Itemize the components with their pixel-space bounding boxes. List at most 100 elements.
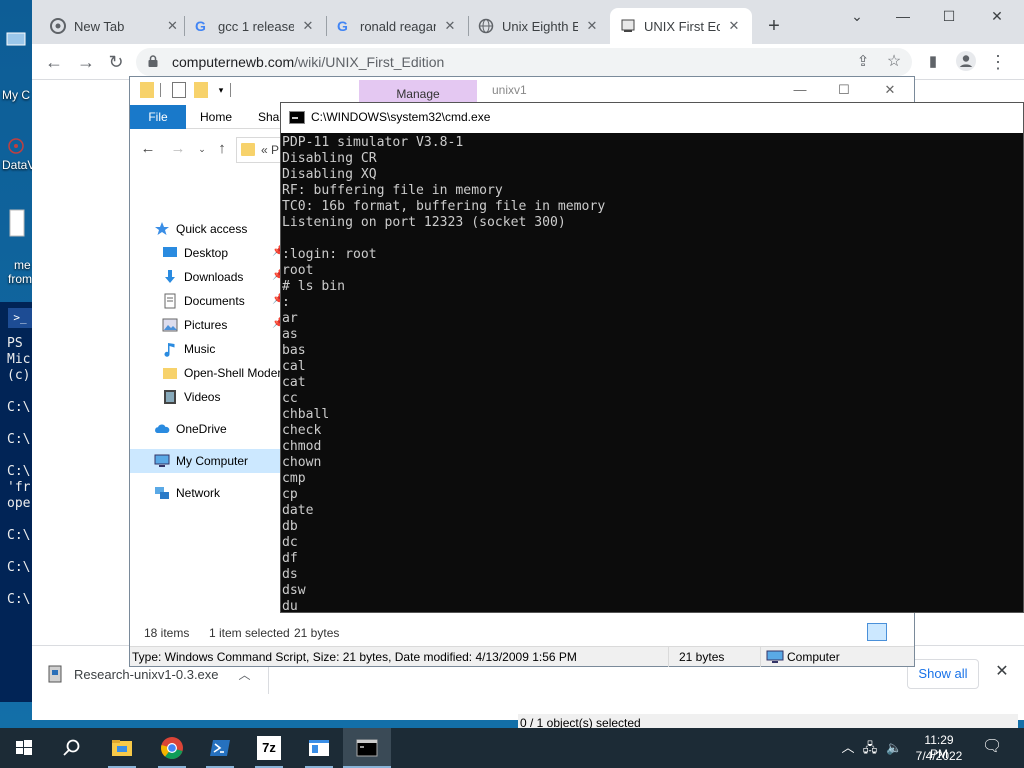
tab-ronald-reagan[interactable]: G ronald reagan ✕ xyxy=(326,8,468,44)
profile-avatar-icon[interactable] xyxy=(954,50,978,74)
ribbon-tab-file[interactable]: File xyxy=(130,105,186,129)
tab-close-icon[interactable]: ✕ xyxy=(300,18,316,34)
nav-item-network[interactable]: Network xyxy=(154,481,300,505)
file-type-info: Type: Windows Command Script, Size: 21 b… xyxy=(132,650,577,664)
terminal-output[interactable]: PDP-11 simulator V3.8-1 Disabling CR Disab… xyxy=(282,135,1022,613)
breadcrumb: « P xyxy=(261,143,280,157)
tab-close-icon[interactable]: ✕ xyxy=(442,18,458,34)
molecule-icon xyxy=(4,136,28,160)
network-icon[interactable]: 🖧 xyxy=(862,740,878,756)
taskbar-file-explorer[interactable] xyxy=(98,728,146,768)
ps-line: ope xyxy=(7,496,31,511)
folder-icon xyxy=(140,82,154,98)
side-panel-icon[interactable]: ▮ xyxy=(921,50,945,74)
desktop-icon-datav[interactable]: DataV xyxy=(0,136,35,172)
bookmark-star-icon[interactable]: ☆ xyxy=(882,50,906,74)
background-status-bar: 0 / 1 object(s) selected xyxy=(518,714,1018,728)
tab-unix-first[interactable]: UNIX First Editi ✕ xyxy=(610,8,752,44)
svg-text:G: G xyxy=(195,18,206,34)
unix-icon xyxy=(621,19,635,32)
terminal-line: root xyxy=(282,263,314,278)
nav-item-my-computer[interactable]: My Computer xyxy=(130,449,300,473)
close-button[interactable]: ✕ xyxy=(974,6,1020,26)
ps-line: C:\ xyxy=(7,400,31,415)
address-bar[interactable]: computernewb.com/wiki/UNIX_First_Edition xyxy=(136,48,912,76)
tab-close-icon[interactable]: ✕ xyxy=(584,18,600,34)
minimize-button[interactable]: — xyxy=(778,79,822,101)
taskbar-cmd[interactable] xyxy=(343,728,391,768)
ps-line: PS xyxy=(7,336,23,351)
minimize-button[interactable]: — xyxy=(880,6,926,26)
computer-icon xyxy=(154,454,170,467)
network-icon xyxy=(155,487,169,499)
videos-icon xyxy=(164,390,176,404)
nav-item-label: Desktop xyxy=(184,246,229,260)
chevron-down-icon[interactable]: ⌄ xyxy=(834,6,880,26)
ps-line: 'fr xyxy=(7,480,31,495)
taskbar-chrome[interactable] xyxy=(148,728,196,768)
menu-icon[interactable]: ⋮ xyxy=(986,50,1010,74)
clock-date[interactable]: 7/4/2022 xyxy=(914,749,964,763)
terminal-line: chmod xyxy=(282,439,322,454)
forward-button[interactable]: → xyxy=(74,50,98,74)
terminal-line: cal xyxy=(282,359,306,374)
tab-new-tab[interactable]: New Tab ✕ xyxy=(40,8,190,44)
terminal-line: cc xyxy=(282,391,298,406)
share-icon[interactable]: ⇪ xyxy=(851,50,875,74)
url-path: /wiki/UNIX_First_Edition xyxy=(294,54,445,70)
ps-line: (c) xyxy=(7,368,31,383)
search-button[interactable] xyxy=(48,728,96,768)
chevron-up-icon[interactable]: ︿ xyxy=(840,740,856,756)
details-view-icon[interactable] xyxy=(867,623,887,641)
notification-icon[interactable]: 🗨 xyxy=(982,739,1002,755)
cmd-window[interactable]: C:\WINDOWS\system32\cmd.exe PDP-11 simul… xyxy=(280,102,1024,613)
properties-icon[interactable] xyxy=(172,82,186,98)
search-icon xyxy=(63,739,80,756)
7zip-icon: 7z xyxy=(257,736,281,760)
start-button[interactable] xyxy=(0,728,48,768)
close-button[interactable]: ✕ xyxy=(868,79,912,101)
back-button[interactable]: ← xyxy=(42,50,66,74)
background-status-text: 0 / 1 object(s) selected xyxy=(520,716,641,728)
terminal-line: TC0: 16b format, buffering file in memor… xyxy=(282,199,606,214)
forward-arrow-icon[interactable]: → xyxy=(168,139,188,159)
tab-unix-eighth[interactable]: Unix Eighth Ed ✕ xyxy=(468,8,610,44)
terminal-line: PDP-11 simulator V3.8-1 xyxy=(282,135,464,150)
maximize-button[interactable]: ☐ xyxy=(822,79,866,101)
manage-tab[interactable]: Manage xyxy=(359,80,477,103)
ps-line: C:\ xyxy=(7,592,31,607)
reload-button[interactable]: ↻ xyxy=(104,50,128,74)
show-all-button[interactable]: Show all xyxy=(907,659,979,689)
terminal-line: # ls bin xyxy=(282,279,346,294)
cmd-titlebar: C:\WINDOWS\system32\cmd.exe xyxy=(281,103,1023,133)
terminal-line: cmp xyxy=(282,471,306,486)
tab-close-icon[interactable]: ✕ xyxy=(165,18,180,34)
terminal-line: cat xyxy=(282,375,306,390)
back-arrow-icon[interactable]: ← xyxy=(138,139,158,159)
chevron-up-icon[interactable]: ︿ xyxy=(239,666,251,683)
close-icon[interactable]: ✕ xyxy=(992,662,1012,682)
new-folder-icon[interactable] xyxy=(194,82,208,98)
cmd-icon xyxy=(356,739,378,757)
large-icons-view-icon[interactable] xyxy=(889,623,909,641)
customize-quick-access-icon[interactable]: ▾ xyxy=(214,82,228,98)
tab-gcc[interactable]: G gcc 1 release - ✕ xyxy=(184,8,326,44)
up-arrow-icon[interactable]: ↑ xyxy=(212,139,232,159)
pictures-icon xyxy=(162,318,178,332)
maximize-button[interactable]: ☐ xyxy=(926,6,972,26)
nav-item-label: Pictures xyxy=(184,318,228,332)
tab-close-icon[interactable]: ✕ xyxy=(726,18,742,34)
nav-item-onedrive[interactable]: OneDrive xyxy=(154,417,300,441)
terminal-line: cp xyxy=(282,487,298,502)
recent-locations-icon[interactable]: ⌄ xyxy=(192,139,212,159)
desktop-icon-document[interactable]: me from xyxy=(0,208,32,286)
volume-icon[interactable]: 🔈 xyxy=(886,740,902,756)
terminal-line: du xyxy=(282,599,298,613)
tab-strip: New Tab ✕ G gcc 1 release - ✕ G ronald r… xyxy=(32,0,1024,44)
new-tab-button[interactable]: + xyxy=(763,15,785,37)
ribbon-tab-home[interactable]: Home xyxy=(200,105,232,129)
taskbar-app-window[interactable] xyxy=(295,728,343,768)
desktop-icon-my-computer[interactable]: My C xyxy=(0,30,32,102)
taskbar-7zip[interactable]: 7z xyxy=(245,728,293,768)
taskbar-powershell[interactable] xyxy=(196,728,244,768)
